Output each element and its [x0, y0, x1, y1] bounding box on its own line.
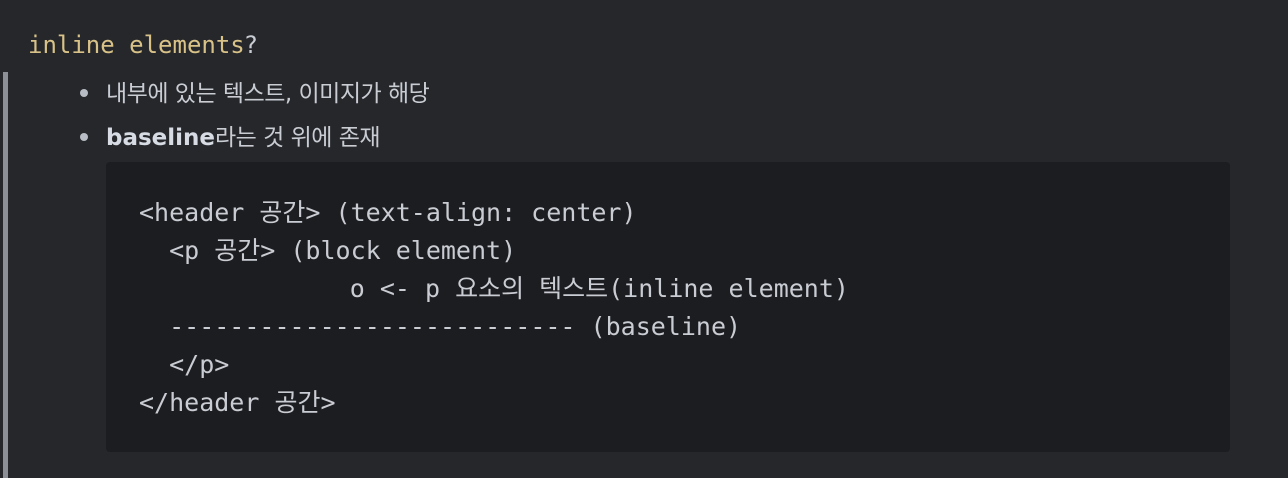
- bullet-dot-icon: [80, 88, 88, 97]
- code-line: <p 공간> (block element): [139, 236, 517, 265]
- code-line: --------------------------- (baseline): [139, 312, 742, 341]
- list-item-text: 라는 것 위에 존재: [215, 125, 381, 151]
- list-item-bold-text: baseline: [106, 125, 216, 151]
- list-item: baseline라는 것 위에 존재: [80, 120, 381, 156]
- code-line: </p>: [139, 350, 230, 379]
- code-block: <header 공간> (text-align: center) <p 공간> …: [106, 162, 1230, 452]
- code-line: </header 공간>: [139, 388, 336, 417]
- blockquote-bar: [3, 72, 8, 478]
- heading-suffix: ?: [244, 31, 258, 59]
- section-heading: inline elements?: [28, 28, 258, 62]
- bullet-dot-icon: [80, 132, 88, 141]
- code-line: <header 공간> (text-align: center): [139, 198, 637, 227]
- code-line: o <- p 요소의 텍스트(inline element): [139, 274, 849, 303]
- list-item-text: 내부에 있는 텍스트, 이미지가 해당: [106, 81, 430, 107]
- heading-code-text: inline elements: [28, 31, 245, 59]
- list-item: 내부에 있는 텍스트, 이미지가 해당: [80, 76, 430, 112]
